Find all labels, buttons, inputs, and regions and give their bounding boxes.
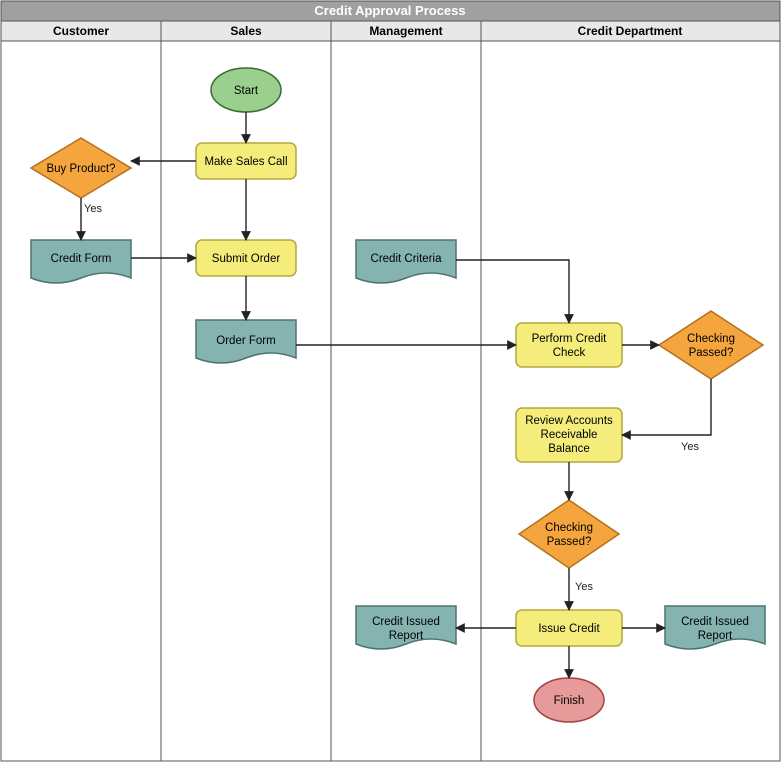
node-review-l3: Balance [548, 443, 590, 455]
lane-label-management: Management [369, 24, 442, 38]
node-report-left-l2: Report [389, 630, 424, 642]
edge-buyproduct-yes-label: Yes [84, 203, 102, 215]
node-issue-credit-label: Issue Credit [538, 623, 600, 635]
swimlane-diagram: Credit Approval Process Customer Sales M… [0, 0, 781, 762]
node-report-left-l1: Credit Issued [372, 616, 440, 628]
lane-label-sales: Sales [230, 24, 262, 38]
lane-label-customer: Customer [53, 24, 109, 38]
node-credit-form-label: Credit Form [51, 253, 112, 265]
node-submit-order-label: Submit Order [212, 253, 281, 265]
node-finish-label: Finish [554, 695, 585, 707]
node-report-right-l1: Credit Issued [681, 616, 749, 628]
node-review-l2: Receivable [541, 429, 598, 441]
node-checking-passed-1-l1: Checking [687, 333, 735, 345]
node-perform-credit-check [516, 323, 622, 367]
lane-body-management [331, 41, 481, 761]
lane-body-credit [481, 41, 780, 761]
edge-check1-yes-label: Yes [681, 441, 699, 453]
lane-label-credit: Credit Department [578, 24, 683, 38]
node-perform-credit-check-l2: Check [553, 347, 586, 359]
diagram-title: Credit Approval Process [314, 3, 465, 18]
node-checking-passed-2-l1: Checking [545, 522, 593, 534]
node-report-right-l2: Report [698, 630, 733, 642]
node-make-sales-call-label: Make Sales Call [204, 156, 287, 168]
node-review-l1: Review Accounts [525, 415, 613, 427]
node-start-label: Start [234, 85, 259, 97]
node-credit-criteria-label: Credit Criteria [371, 253, 443, 265]
node-order-form-label: Order Form [216, 335, 275, 347]
node-buy-product-label: Buy Product? [46, 163, 115, 175]
node-perform-credit-check-l1: Perform Credit [532, 333, 608, 345]
edge-check2-yes-label: Yes [575, 581, 593, 593]
node-checking-passed-2-l2: Passed? [547, 536, 592, 548]
node-checking-passed-1-l2: Passed? [689, 347, 734, 359]
